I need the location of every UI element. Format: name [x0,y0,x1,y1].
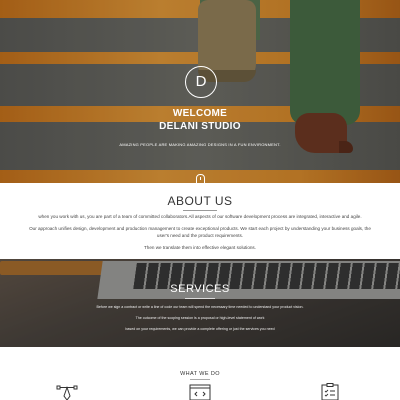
scroll-down-icon[interactable] [196,174,205,183]
design-pen-icon [56,385,78,400]
services-overlay [0,259,400,347]
divider [185,298,215,299]
about-paragraph: Our approach unifies design, development… [29,226,371,231]
hero-tagline: AMAZING PEOPLE ARE MAKING AMAZING DESIGN… [119,142,281,147]
services-text: based on your requirements, we can provi… [125,327,275,331]
about-paragraph: Then we translate them into effective el… [143,245,257,250]
code-window-icon [189,384,211,400]
services-section [0,259,400,347]
leg [290,0,360,125]
logo[interactable]: D [185,66,217,98]
about-paragraph: when you work with us, you are part of a… [38,214,362,219]
about-paragraph: user's need and the product requirements… [156,233,244,238]
hero-title-welcome: WELCOME [172,108,228,119]
hero-section: D WELCOME DELANI STUDIO AMAZING PEOPLE A… [0,0,400,183]
what-we-do-title: WHAT WE DO [180,371,220,377]
shoe [295,113,353,153]
services-text: Before we sign a contract or write a lin… [96,305,304,309]
divider [183,210,217,211]
services-text: The outcome of the scoping session is a … [135,316,265,320]
divider [190,379,210,380]
checklist-icon [321,383,339,400]
hero-title-studio: DELANI STUDIO [159,121,241,132]
services-title: SERVICES [170,283,230,295]
about-title: ABOUT US [167,194,233,208]
